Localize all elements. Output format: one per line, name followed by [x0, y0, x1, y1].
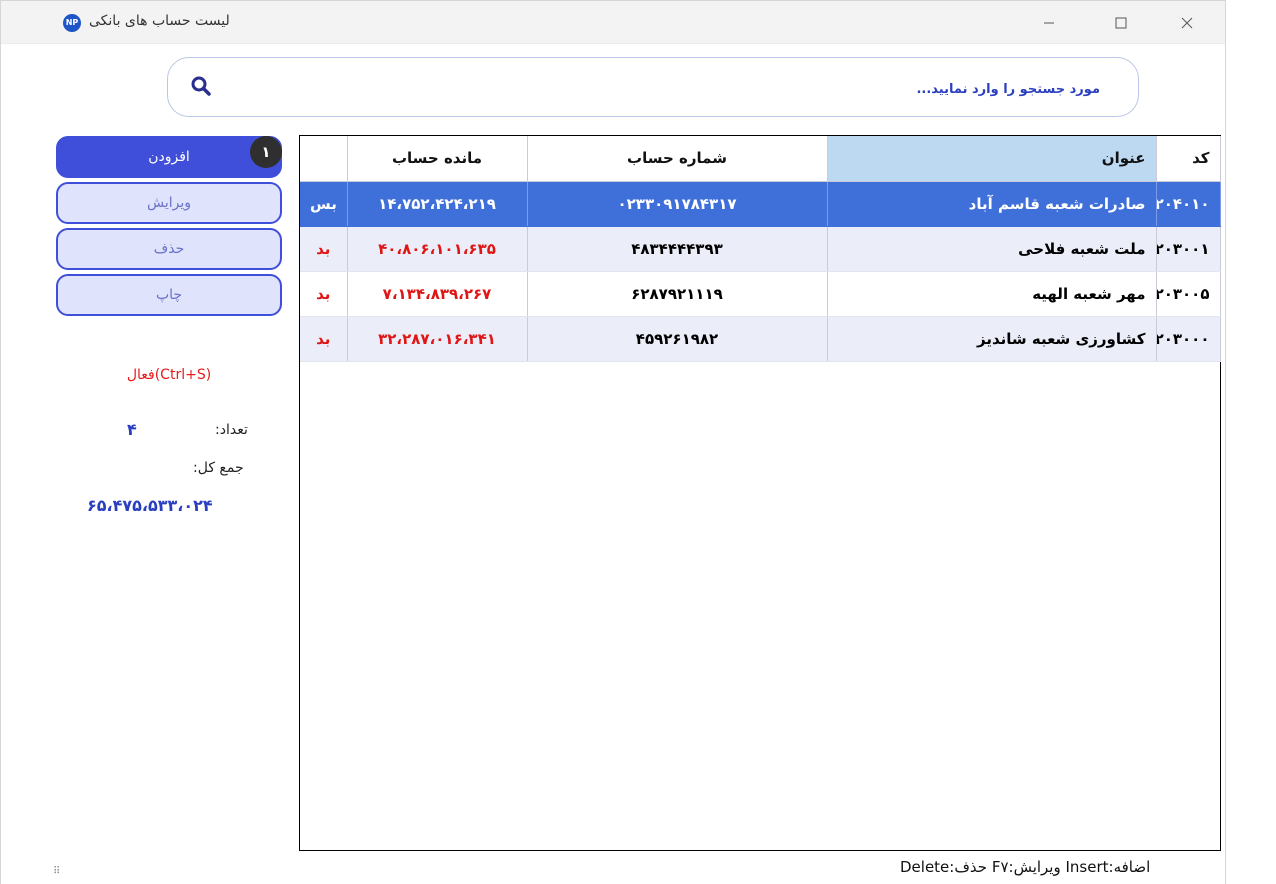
- cell-code: ۲۰۳۰۰۵: [1156, 271, 1221, 317]
- total-label: جمع کل:: [193, 460, 244, 476]
- cell-flag: بد: [300, 226, 348, 272]
- cell-balance: ۱۴،۷۵۲،۴۲۴،۲۱۹: [347, 181, 528, 227]
- accounts-table: مانده حساب شماره حساب عنوان کد بس ۱۴،۷۵۲…: [299, 135, 1221, 851]
- column-header-balance[interactable]: مانده حساب: [347, 136, 528, 182]
- minimize-button[interactable]: [1026, 1, 1072, 44]
- edit-button[interactable]: ویرایش: [56, 182, 282, 224]
- count-label: تعداد:: [215, 422, 248, 438]
- column-header-code[interactable]: کد: [1156, 136, 1221, 182]
- table-header-row: مانده حساب شماره حساب عنوان کد: [300, 136, 1221, 182]
- resize-grip-icon[interactable]: ⠿: [53, 866, 60, 877]
- title-bar: NP لیست حساب های بانکی: [1, 0, 1225, 44]
- active-filter-toggle[interactable]: فعال(Ctrl+S): [119, 367, 219, 383]
- cell-account: ۰۲۳۳۰۹۱۷۸۴۳۱۷: [527, 181, 828, 227]
- search-input[interactable]: [398, 78, 1102, 100]
- cell-account: ۴۵۹۲۶۱۹۸۲: [527, 316, 828, 362]
- cell-account: ۶۲۸۷۹۲۱۱۱۹: [527, 271, 828, 317]
- cell-balance: ۳۲،۲۸۷،۰۱۶،۳۴۱: [347, 316, 528, 362]
- delete-button[interactable]: حذف: [56, 228, 282, 270]
- column-header-account[interactable]: شماره حساب: [527, 136, 828, 182]
- cell-account: ۴۸۳۴۴۴۴۳۹۳: [527, 226, 828, 272]
- table-row[interactable]: بد ۳۲،۲۸۷،۰۱۶،۳۴۱ ۴۵۹۲۶۱۹۸۲ کشاورزی شعبه…: [300, 316, 1221, 362]
- table-row[interactable]: بس ۱۴،۷۵۲،۴۲۴،۲۱۹ ۰۲۳۳۰۹۱۷۸۴۳۱۷ صادرات ش…: [300, 181, 1221, 227]
- window-title: لیست حساب های بانکی: [89, 13, 230, 29]
- cell-flag: بد: [300, 271, 348, 317]
- cell-title: صادرات شعبه قاسم آباد: [827, 181, 1157, 227]
- total-value: ۶۵،۴۷۵،۵۳۳،۰۲۴: [87, 496, 213, 515]
- step-badge: ۱: [250, 136, 282, 168]
- table-row[interactable]: بد ۷،۱۳۴،۸۳۹،۲۶۷ ۶۲۸۷۹۲۱۱۱۹ مهر شعبه اله…: [300, 271, 1221, 317]
- app-window: NP لیست حساب های بانکی افزودن ۱ ویرایش ح…: [0, 0, 1226, 884]
- cell-flag: بس: [300, 181, 348, 227]
- close-icon: [1181, 17, 1193, 28]
- cell-flag: بد: [300, 316, 348, 362]
- cell-balance: ۷،۱۳۴،۸۳۹،۲۶۷: [347, 271, 528, 317]
- cell-title: مهر شعبه الهیه: [827, 271, 1157, 317]
- cell-code: ۲۰۳۰۰۰: [1156, 316, 1221, 362]
- maximize-button[interactable]: [1098, 1, 1144, 44]
- cell-code: ۲۰۳۰۰۱: [1156, 226, 1221, 272]
- add-button[interactable]: افزودن: [56, 136, 282, 178]
- column-header-flag[interactable]: [300, 136, 348, 182]
- column-header-title[interactable]: عنوان: [827, 136, 1157, 182]
- close-button[interactable]: [1164, 1, 1210, 44]
- cell-code: ۲۰۴۰۱۰: [1156, 181, 1221, 227]
- table-row[interactable]: بد ۴۰،۸۰۶،۱۰۱،۶۳۵ ۴۸۳۴۴۴۴۳۹۳ ملت شعبه فل…: [300, 226, 1221, 272]
- search-icon[interactable]: [190, 75, 212, 97]
- shortcut-hints: اضافه:Insert ویرایش:F۷ حذف:Delete: [900, 858, 1151, 876]
- maximize-icon: [1115, 17, 1127, 28]
- cell-title: کشاورزی شعبه شاندیز: [827, 316, 1157, 362]
- app-logo-icon: NP: [63, 14, 81, 32]
- minimize-icon: [1044, 22, 1054, 23]
- cell-balance: ۴۰،۸۰۶،۱۰۱،۶۳۵: [347, 226, 528, 272]
- cell-title: ملت شعبه فلاحی: [827, 226, 1157, 272]
- count-value: ۴: [127, 420, 137, 439]
- print-button[interactable]: چاپ: [56, 274, 282, 316]
- search-bar: [167, 57, 1139, 117]
